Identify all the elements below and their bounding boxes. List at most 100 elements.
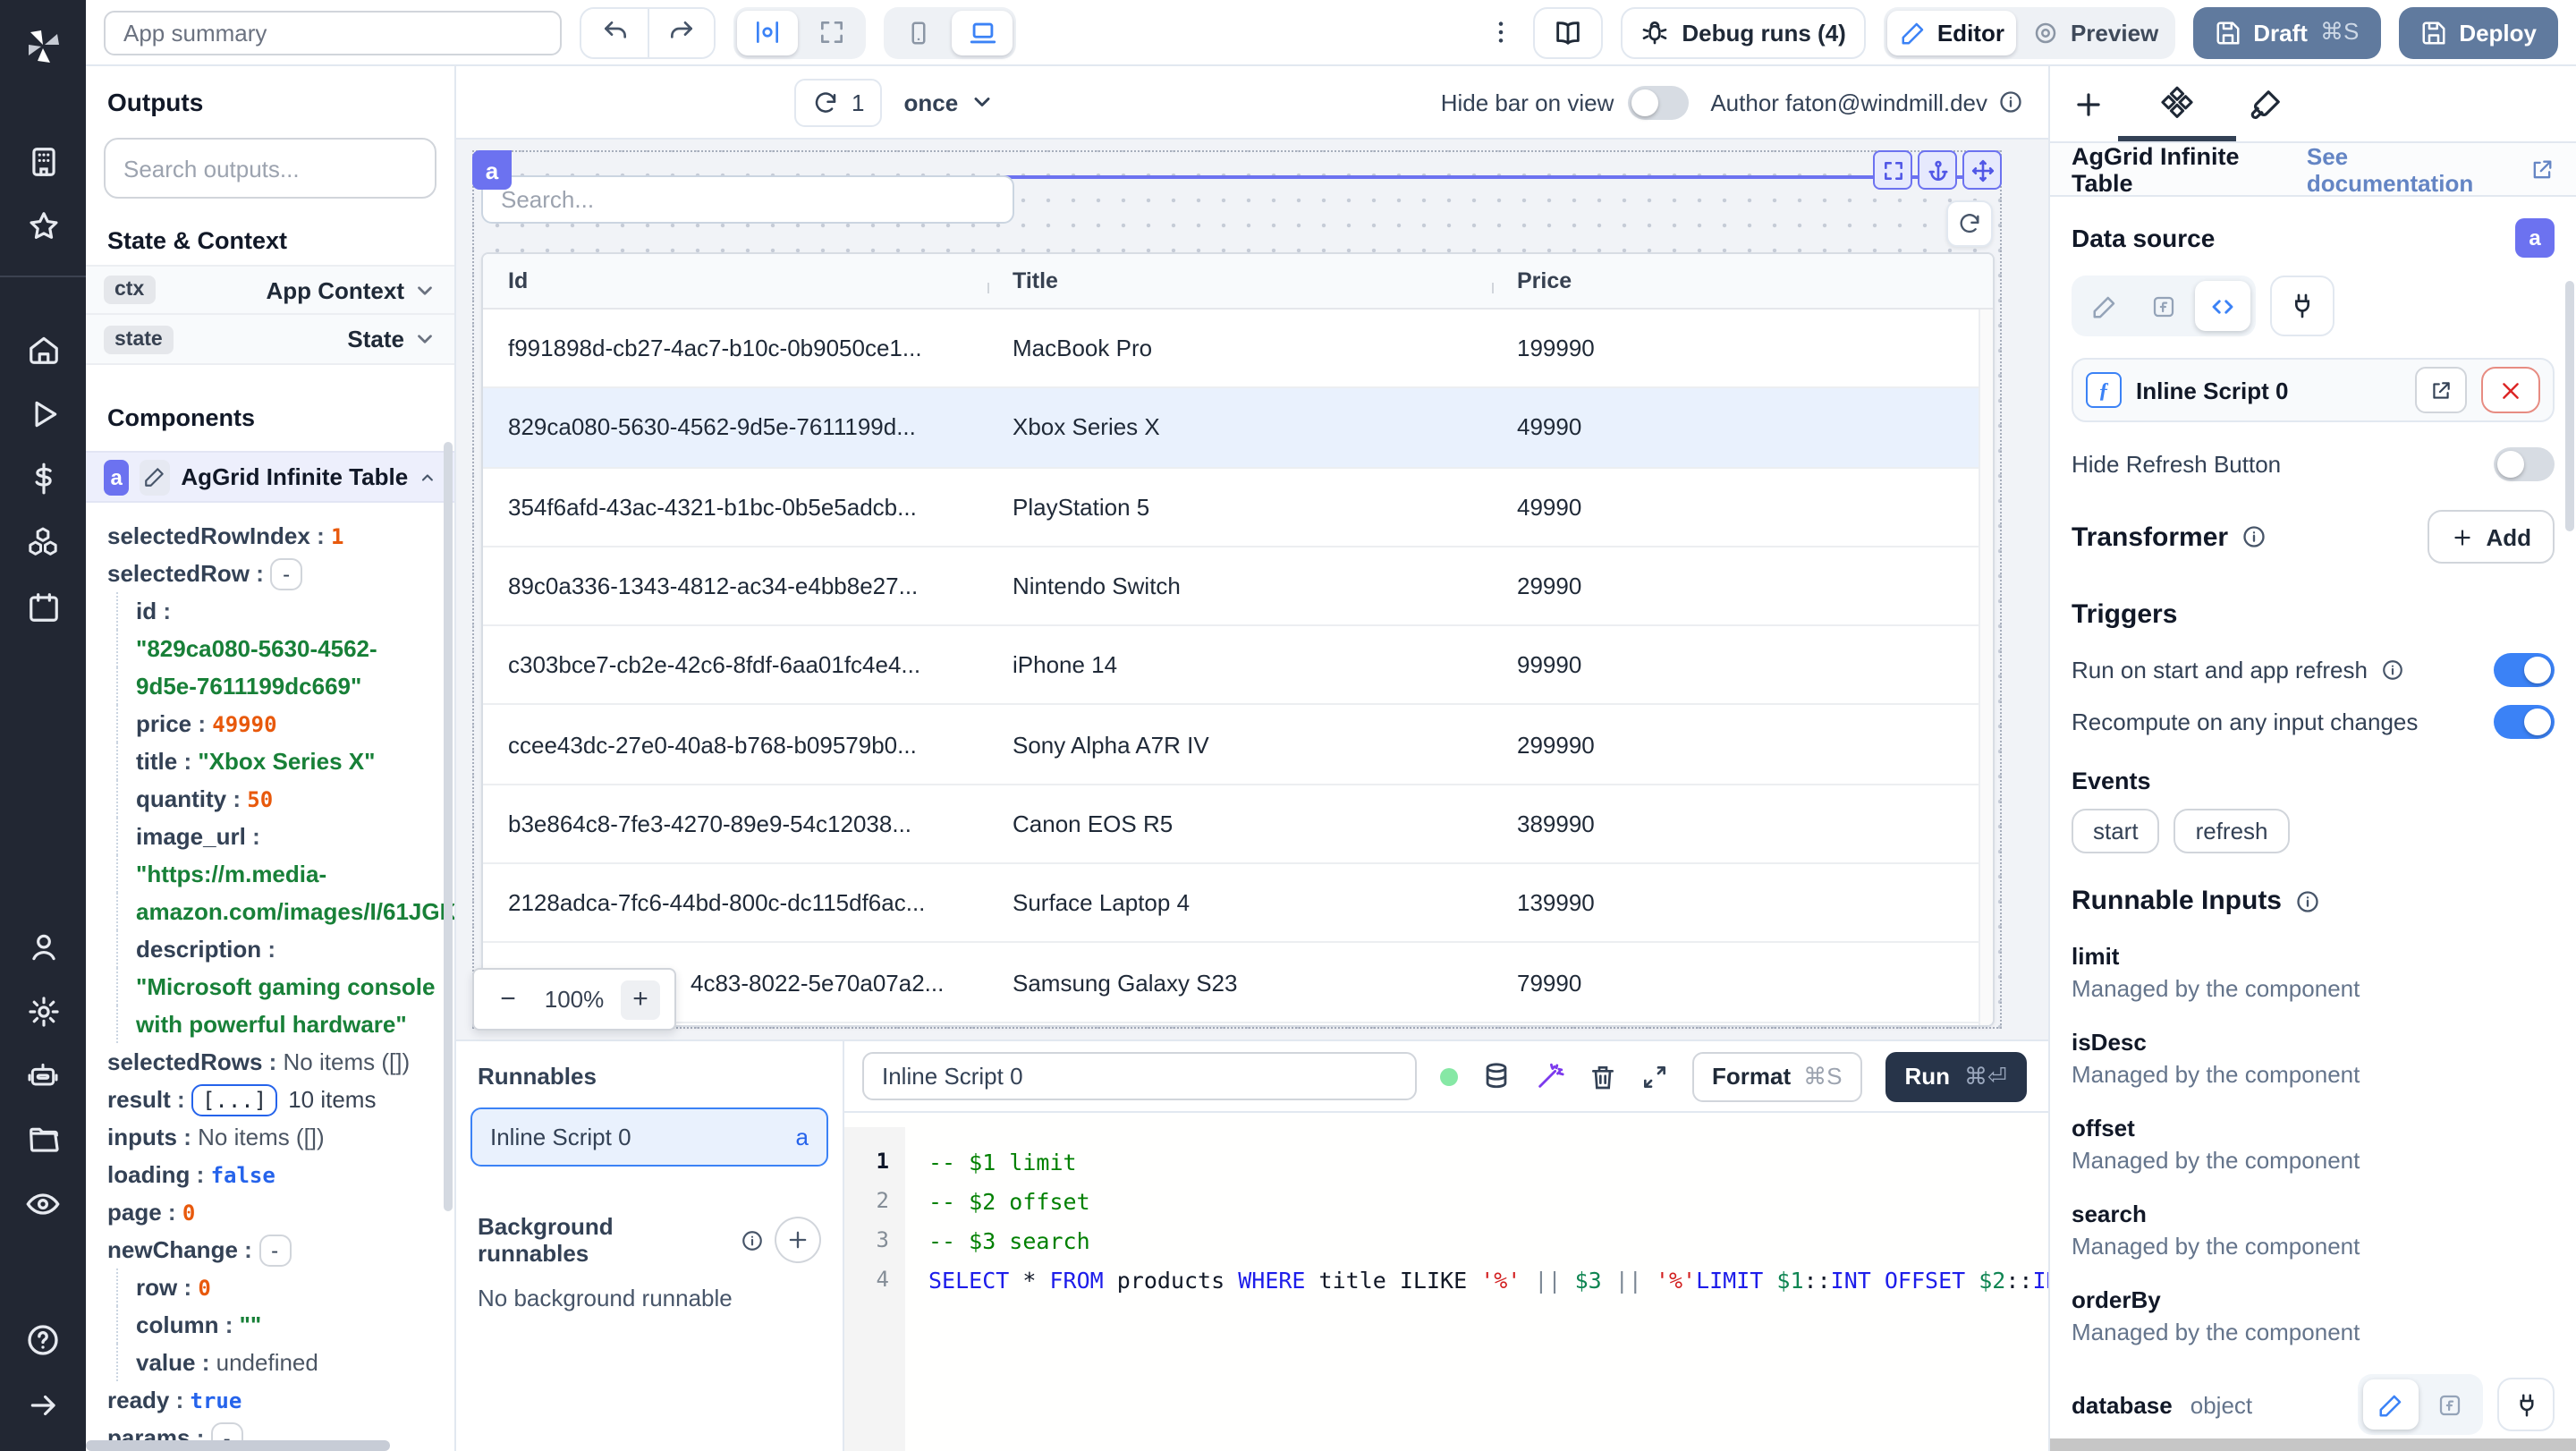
zoom-out-button[interactable]: − xyxy=(488,980,528,1019)
info-icon[interactable] xyxy=(741,1228,764,1252)
static-pencil-button[interactable] xyxy=(2077,281,2132,331)
settings-gear-icon[interactable] xyxy=(0,979,86,1043)
expand-editor-icon[interactable] xyxy=(1640,1062,1669,1090)
component-drag-handle[interactable]: a xyxy=(472,150,512,190)
ai-wand-icon[interactable] xyxy=(1535,1061,1565,1091)
collapse-arrow-icon[interactable] xyxy=(0,1372,86,1437)
windmill-logo-icon[interactable] xyxy=(0,14,86,79)
outputs-search-input[interactable]: Search outputs... xyxy=(104,138,436,199)
styling-brush-tab[interactable] xyxy=(2249,66,2283,141)
output-tree-row[interactable]: selectedRow : - xyxy=(107,555,454,592)
component-settings-tab[interactable] xyxy=(2118,66,2236,141)
table-row[interactable]: 354f6afd-43ac-4321-b1bc-0b5e5adcb... Play… xyxy=(483,468,1993,547)
output-tree-row[interactable]: newChange : - xyxy=(107,1231,454,1269)
move-component-button[interactable] xyxy=(1962,150,2002,190)
runs-play-icon[interactable] xyxy=(0,381,86,445)
table-row[interactable]: c303bce7-cb2e-42c6-8fdf-6aa01fc4e4... iPh… xyxy=(483,626,1993,706)
table-column-header[interactable]: Id xyxy=(483,268,987,293)
runnable-item-inline-script-0[interactable]: Inline Script 0 a xyxy=(470,1107,828,1167)
right-panel-horizontal-scrollbar[interactable] xyxy=(2050,1438,2576,1451)
add-transformer-button[interactable]: Add xyxy=(2427,510,2555,564)
audit-eye-icon[interactable] xyxy=(0,1172,86,1236)
info-icon[interactable] xyxy=(2294,888,2319,913)
refresh-count-button[interactable]: 1 xyxy=(794,78,883,126)
schedules-calendar-icon[interactable] xyxy=(0,574,86,639)
variables-dollar-icon[interactable] xyxy=(0,445,86,510)
table-row[interactable]: ccee43dc-27e0-40a8-b768-b09579b0... Sony … xyxy=(483,705,1993,785)
more-menu-icon[interactable] xyxy=(1487,18,1515,47)
state-row[interactable]: state State xyxy=(86,315,454,365)
code-line[interactable]: 4 SELECT * FROM products WHERE title ILIK… xyxy=(844,1260,2048,1299)
table-row[interactable]: 89c0a336-1343-4812-ac34-e4bb8e27... Ninte… xyxy=(483,547,1993,627)
refresh-mode-select[interactable]: once xyxy=(903,89,994,115)
info-icon[interactable] xyxy=(2241,524,2266,549)
remove-script-button[interactable] xyxy=(2481,367,2540,413)
editor-tab[interactable]: Editor xyxy=(1886,10,2017,55)
selected-component-cell[interactable]: a Search... Id Title Price f991898d-cb27-4… xyxy=(472,150,2002,1031)
table-column-header[interactable]: Price xyxy=(1492,268,1993,293)
right-panel-vertical-scrollbar[interactable] xyxy=(2565,281,2574,531)
code-line[interactable]: 2 -- $2 offset xyxy=(844,1181,2048,1220)
table-row[interactable]: b3e864c8-7fe3-4270-89e9-54c12038... Canon… xyxy=(483,785,1993,865)
static-pencil-button[interactable] xyxy=(2363,1379,2419,1430)
table-row[interactable]: 2128adca-7fc6-44bd-800c-dc115df6ac... Sur… xyxy=(483,864,1993,944)
redo-button[interactable] xyxy=(648,8,714,56)
run-button[interactable]: Run ⌘⏎ xyxy=(1885,1051,2027,1101)
table-vertical-scrollbar[interactable] xyxy=(1979,310,1993,1025)
database-icon[interactable] xyxy=(1481,1061,1512,1091)
centered-layout-button[interactable] xyxy=(737,10,798,55)
favorites-star-icon[interactable] xyxy=(0,193,86,258)
draft-button[interactable]: Draft ⌘S xyxy=(2192,6,2381,58)
zoom-in-button[interactable]: + xyxy=(621,980,660,1019)
outputs-horizontal-scrollbar[interactable] xyxy=(86,1440,390,1451)
template-fx-button[interactable] xyxy=(2422,1379,2478,1430)
deploy-button[interactable]: Deploy xyxy=(2398,6,2558,58)
table-search-input[interactable]: Search... xyxy=(481,175,1014,224)
debug-runs-button[interactable]: Debug runs (4) xyxy=(1621,6,1866,58)
delete-script-icon[interactable] xyxy=(1589,1062,1617,1090)
data-source-script-row[interactable]: ƒ Inline Script 0 xyxy=(2072,358,2555,422)
see-documentation-link[interactable]: See documentation xyxy=(2307,142,2555,196)
help-icon[interactable] xyxy=(0,1308,86,1372)
chevron-up-icon[interactable] xyxy=(419,464,436,489)
code-editor-area[interactable]: 1 -- $1 limit 2 -- $2 offset 3 -- $3 search 4 S… xyxy=(844,1113,2048,1451)
recompute-toggle[interactable] xyxy=(2494,705,2555,739)
connect-plug-button[interactable] xyxy=(2497,1378,2555,1431)
table-column-header[interactable]: Title xyxy=(987,268,1492,293)
preview-tab[interactable]: Preview xyxy=(2021,10,2171,55)
user-icon[interactable] xyxy=(0,914,86,979)
open-script-button[interactable] xyxy=(2415,367,2467,413)
code-line[interactable]: 1 -- $1 limit xyxy=(844,1141,2048,1181)
workspace-icon[interactable] xyxy=(0,129,86,193)
app-canvas[interactable]: a Search... Id Title Price f991898d-cb27-4… xyxy=(456,140,2048,1039)
template-fx-button[interactable] xyxy=(2136,281,2191,331)
table-row[interactable]: 4c83-8022-5e70a07a2... Samsung Galaxy S23… xyxy=(483,943,1993,1023)
format-button[interactable]: Format ⌘S xyxy=(1692,1051,1862,1101)
hide-bar-toggle[interactable] xyxy=(1628,85,1690,119)
component-outputs-header[interactable]: a AgGrid Infinite Table xyxy=(86,451,454,503)
output-tree-row[interactable]: result : [...] 10 items xyxy=(107,1081,454,1118)
resources-cubes-icon[interactable] xyxy=(0,510,86,574)
docs-button[interactable] xyxy=(1533,6,1604,58)
home-icon[interactable] xyxy=(0,317,86,381)
workers-robot-icon[interactable] xyxy=(0,1043,86,1107)
insert-component-tab[interactable] xyxy=(2072,66,2106,141)
expand-component-button[interactable] xyxy=(1873,150,1912,190)
table-row[interactable]: f991898d-cb27-4ac7-b10c-0b9050ce1... MacB… xyxy=(483,310,1993,389)
desktop-view-button[interactable] xyxy=(952,10,1013,55)
code-source-button[interactable] xyxy=(2195,281,2250,331)
code-line[interactable]: 3 -- $3 search xyxy=(844,1220,2048,1260)
mobile-view-button[interactable] xyxy=(887,10,948,55)
info-icon[interactable] xyxy=(2380,658,2403,682)
connect-plug-button[interactable] xyxy=(2270,276,2334,336)
add-background-runnable-button[interactable] xyxy=(775,1217,821,1263)
folders-icon[interactable] xyxy=(0,1107,86,1172)
script-name-input[interactable] xyxy=(862,1052,1417,1100)
outputs-vertical-scrollbar[interactable] xyxy=(444,442,453,1211)
anchor-component-button[interactable] xyxy=(1918,150,1957,190)
info-icon[interactable] xyxy=(1998,89,2023,115)
fullwidth-layout-button[interactable] xyxy=(801,10,862,55)
table-row[interactable]: 829ca080-5630-4562-9d5e-7611199d... Xbox … xyxy=(483,388,1993,469)
run-on-start-toggle[interactable] xyxy=(2494,653,2555,687)
hide-refresh-toggle[interactable] xyxy=(2494,447,2555,481)
